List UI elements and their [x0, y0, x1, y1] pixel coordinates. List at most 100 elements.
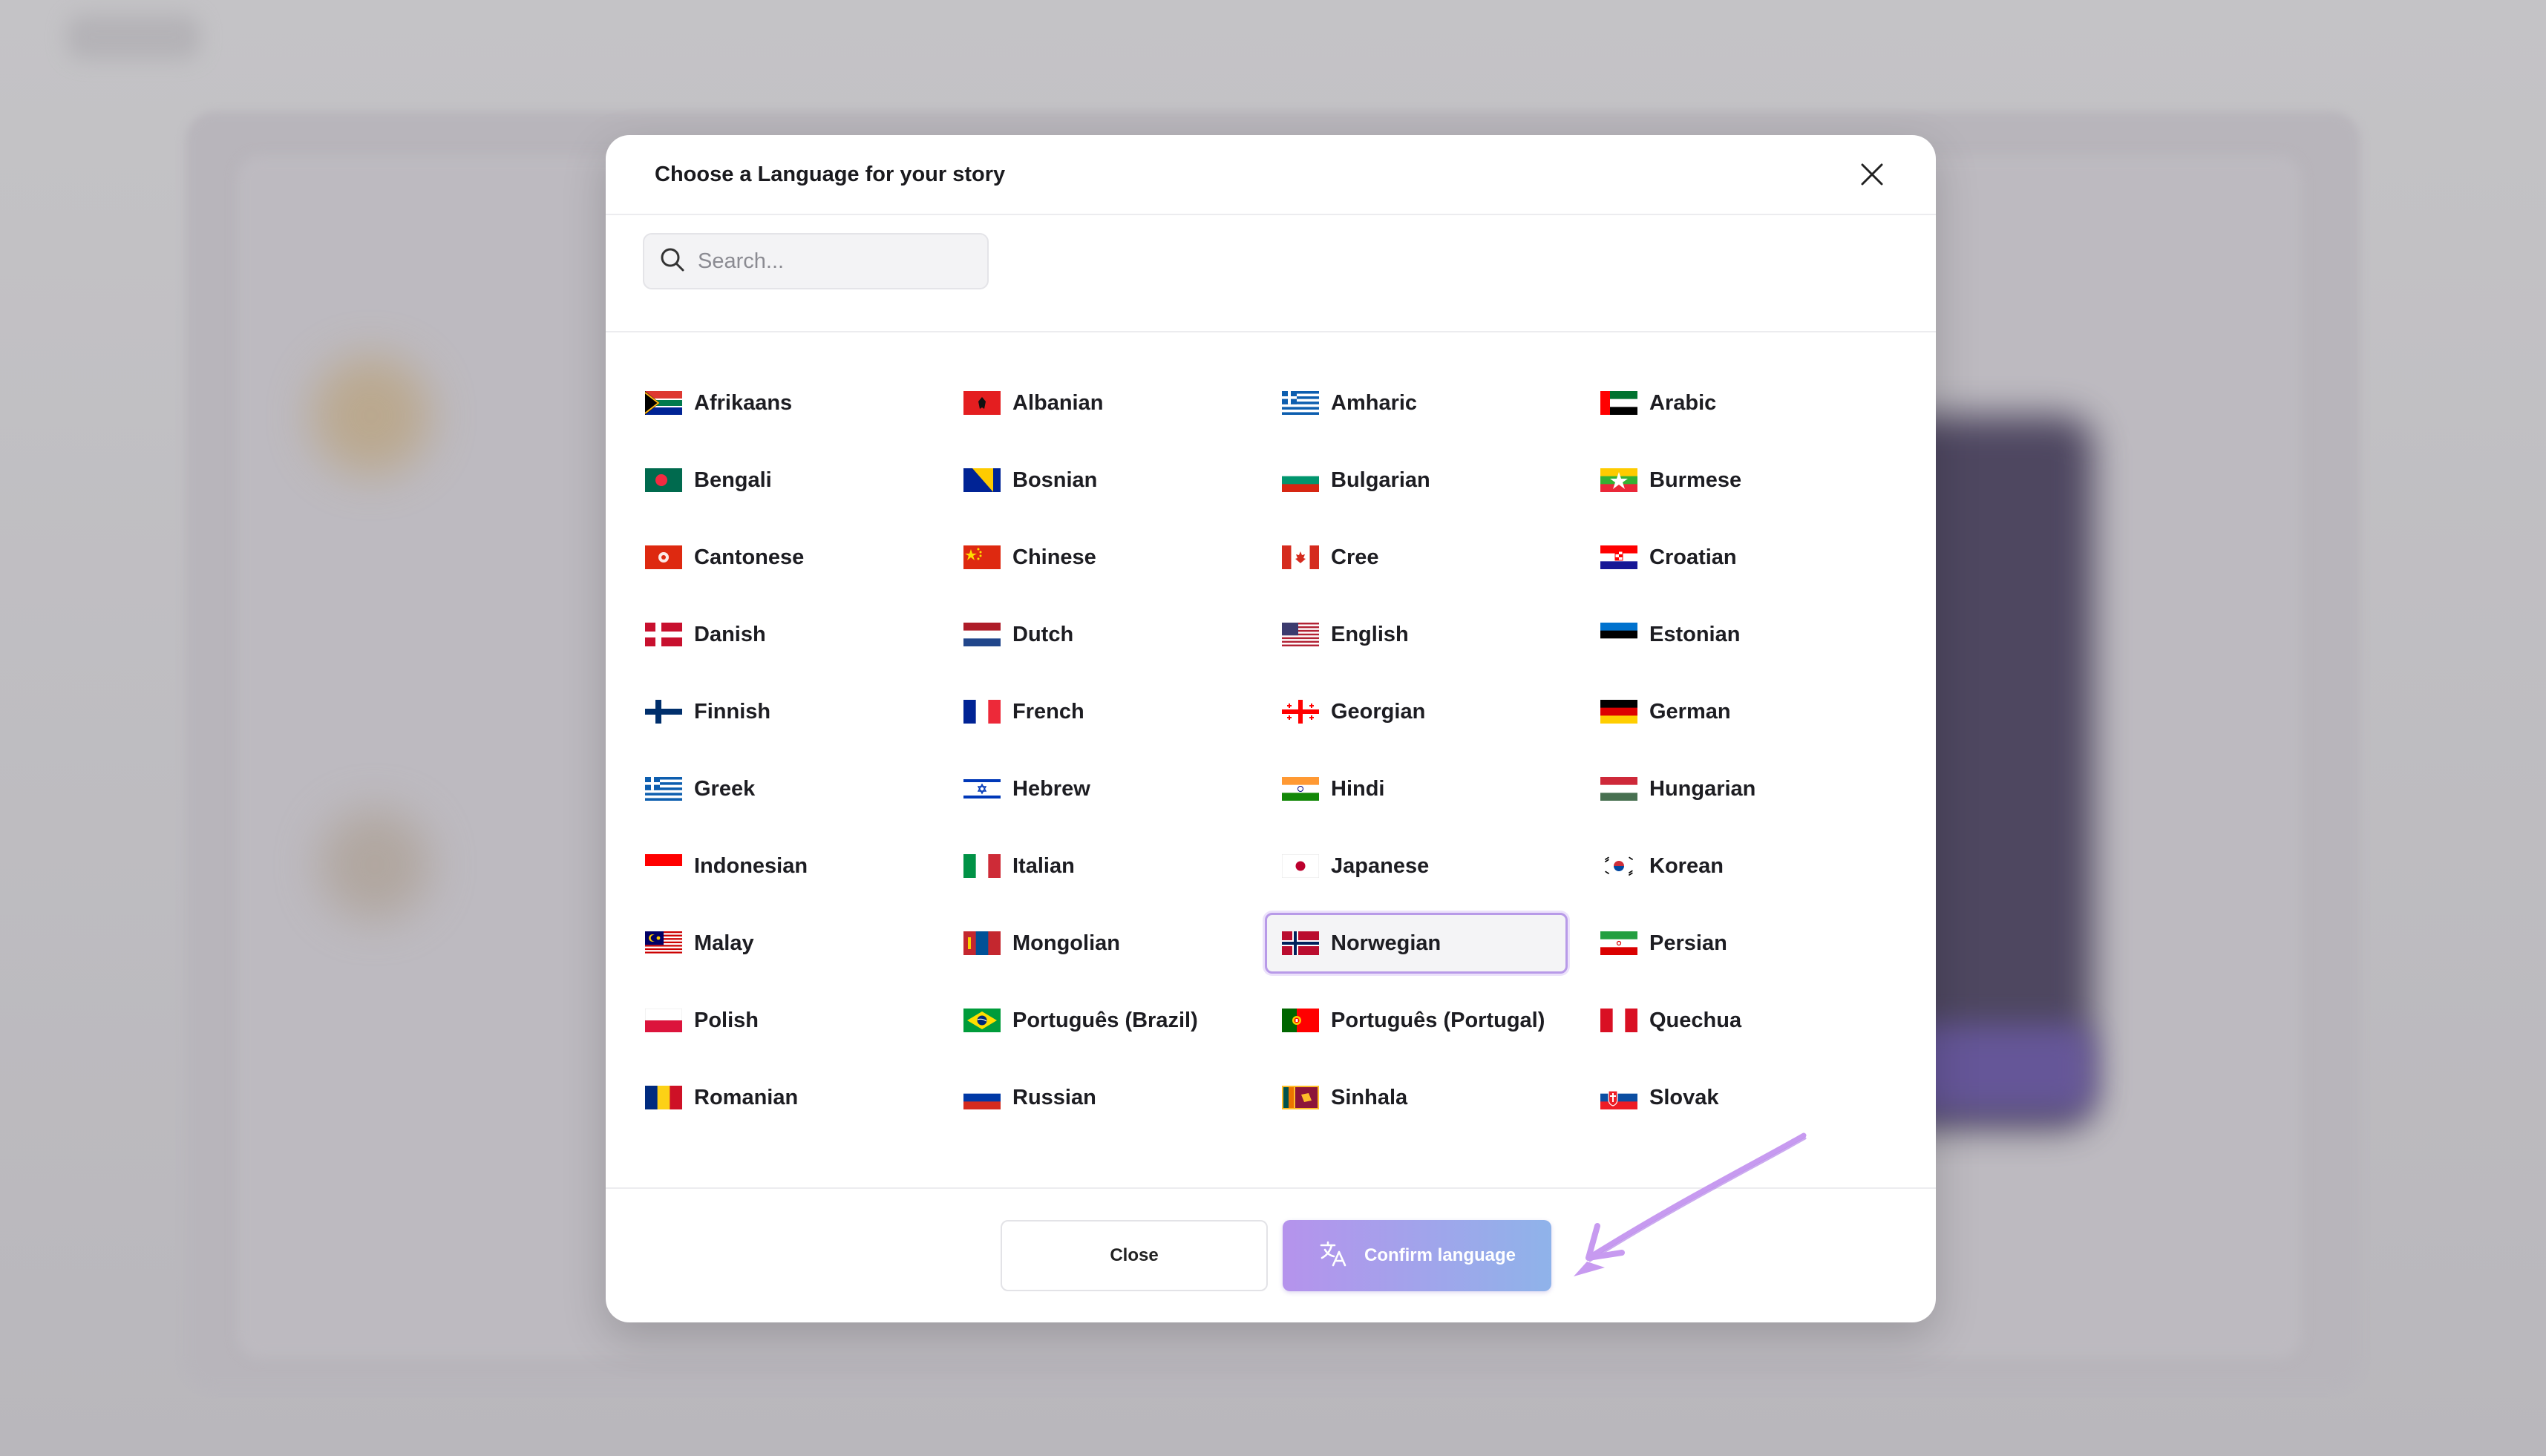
flag-icon [963, 1009, 1001, 1032]
confirm-language-label: Confirm language [1364, 1245, 1516, 1265]
language-option[interactable]: Burmese [1583, 450, 1886, 511]
language-label: Dutch [1012, 622, 1074, 646]
language-option[interactable]: Croatian [1583, 527, 1886, 588]
language-option[interactable]: Italian [946, 836, 1249, 896]
flag-icon [645, 1009, 682, 1032]
flag-icon [1600, 700, 1637, 724]
flag-icon [963, 391, 1001, 415]
language-option[interactable]: German [1583, 681, 1886, 742]
flag-icon [963, 700, 1001, 724]
flag-icon [1600, 623, 1637, 646]
language-label: Português (Brazil) [1012, 1008, 1198, 1032]
flag-icon [645, 700, 682, 724]
language-label: Chinese [1012, 545, 1096, 569]
language-option[interactable]: Malay [628, 913, 931, 974]
flag-icon [1600, 545, 1637, 569]
flag-icon [1282, 391, 1319, 415]
language-option[interactable]: Chinese [946, 527, 1249, 588]
language-option[interactable]: Greek [628, 758, 931, 819]
language-option[interactable]: Albanian [946, 373, 1249, 433]
language-option[interactable]: Korean [1583, 836, 1886, 896]
language-label: Amharic [1331, 390, 1418, 415]
language-option[interactable]: Dutch [946, 604, 1249, 665]
language-option[interactable]: English [1265, 604, 1568, 665]
language-option[interactable]: Slovak [1583, 1067, 1886, 1128]
language-modal: Choose a Language for your story Afrikaa… [606, 135, 1936, 1322]
language-option[interactable]: Bulgarian [1265, 450, 1568, 511]
language-label: Japanese [1331, 853, 1430, 878]
modal-header: Choose a Language for your story [606, 135, 1936, 215]
flag-icon [645, 623, 682, 646]
language-option[interactable]: Romanian [628, 1067, 931, 1128]
background-topbar [67, 15, 200, 59]
language-option[interactable]: Persian [1583, 913, 1886, 974]
language-option[interactable]: Afrikaans [628, 373, 931, 433]
language-label: Hungarian [1649, 776, 1756, 801]
flag-icon [1600, 391, 1637, 415]
flag-icon [963, 468, 1001, 492]
language-label: Indonesian [694, 853, 808, 878]
confirm-language-button[interactable]: Confirm language [1283, 1220, 1551, 1291]
language-option[interactable]: Japanese [1265, 836, 1568, 896]
flag-icon [1600, 1086, 1637, 1109]
flag-icon [1282, 777, 1319, 801]
flag-icon [1600, 468, 1637, 492]
language-option[interactable]: Hungarian [1583, 758, 1886, 819]
language-label: Arabic [1649, 390, 1717, 415]
flag-icon [1282, 700, 1319, 724]
language-option[interactable]: Hebrew [946, 758, 1249, 819]
flag-icon [963, 1086, 1001, 1109]
language-label: Polish [694, 1008, 759, 1032]
language-label: Bosnian [1012, 468, 1098, 492]
language-option[interactable]: Indonesian [628, 836, 931, 896]
search-section [606, 215, 1936, 332]
language-option[interactable]: Georgian [1265, 681, 1568, 742]
language-label: Cree [1331, 545, 1379, 569]
flag-icon [1600, 931, 1637, 955]
language-option[interactable]: Sinhala [1265, 1067, 1568, 1128]
language-label: Greek [694, 776, 756, 801]
flag-icon [963, 623, 1001, 646]
language-label: Persian [1649, 931, 1727, 955]
language-label: Norwegian [1331, 931, 1441, 955]
language-option[interactable]: Cree [1265, 527, 1568, 588]
language-option[interactable]: Cantonese [628, 527, 931, 588]
language-option[interactable]: Amharic [1265, 373, 1568, 433]
language-label: Mongolian [1012, 931, 1120, 955]
language-option[interactable]: Mongolian [946, 913, 1249, 974]
modal-title: Choose a Language for your story [655, 162, 1006, 186]
flag-icon [1600, 1009, 1637, 1032]
flag-icon [1282, 1009, 1319, 1032]
language-option[interactable]: Quechua [1583, 990, 1886, 1051]
language-label: Sinhala [1331, 1085, 1408, 1109]
language-option[interactable]: Arabic [1583, 373, 1886, 433]
language-label: Albanian [1012, 390, 1104, 415]
language-label: French [1012, 699, 1084, 724]
language-option[interactable]: Norwegian [1265, 913, 1568, 974]
background-thumbnail [312, 356, 431, 475]
language-label: Hebrew [1012, 776, 1090, 801]
search-input[interactable] [698, 249, 978, 274]
flag-icon [1282, 623, 1319, 646]
language-option[interactable]: Polish [628, 990, 931, 1051]
language-option[interactable]: Russian [946, 1067, 1249, 1128]
close-icon[interactable] [1851, 154, 1893, 195]
language-label: Estonian [1649, 622, 1741, 646]
language-option[interactable]: Português (Brazil) [946, 990, 1249, 1051]
close-button[interactable]: Close [1001, 1220, 1268, 1291]
language-label: Georgian [1331, 699, 1426, 724]
flag-icon [645, 545, 682, 569]
language-option[interactable]: Bengali [628, 450, 931, 511]
language-option[interactable]: Estonian [1583, 604, 1886, 665]
language-option[interactable]: Bosnian [946, 450, 1249, 511]
language-label: Malay [694, 931, 754, 955]
language-option[interactable]: Danish [628, 604, 931, 665]
language-option[interactable]: Finnish [628, 681, 931, 742]
translate-icon [1318, 1239, 1348, 1273]
language-option[interactable]: Português (Portugal) [1265, 990, 1568, 1051]
flag-icon [963, 931, 1001, 955]
language-option[interactable]: French [946, 681, 1249, 742]
search-box[interactable] [643, 233, 989, 289]
flag-icon [963, 854, 1001, 878]
language-option[interactable]: Hindi [1265, 758, 1568, 819]
